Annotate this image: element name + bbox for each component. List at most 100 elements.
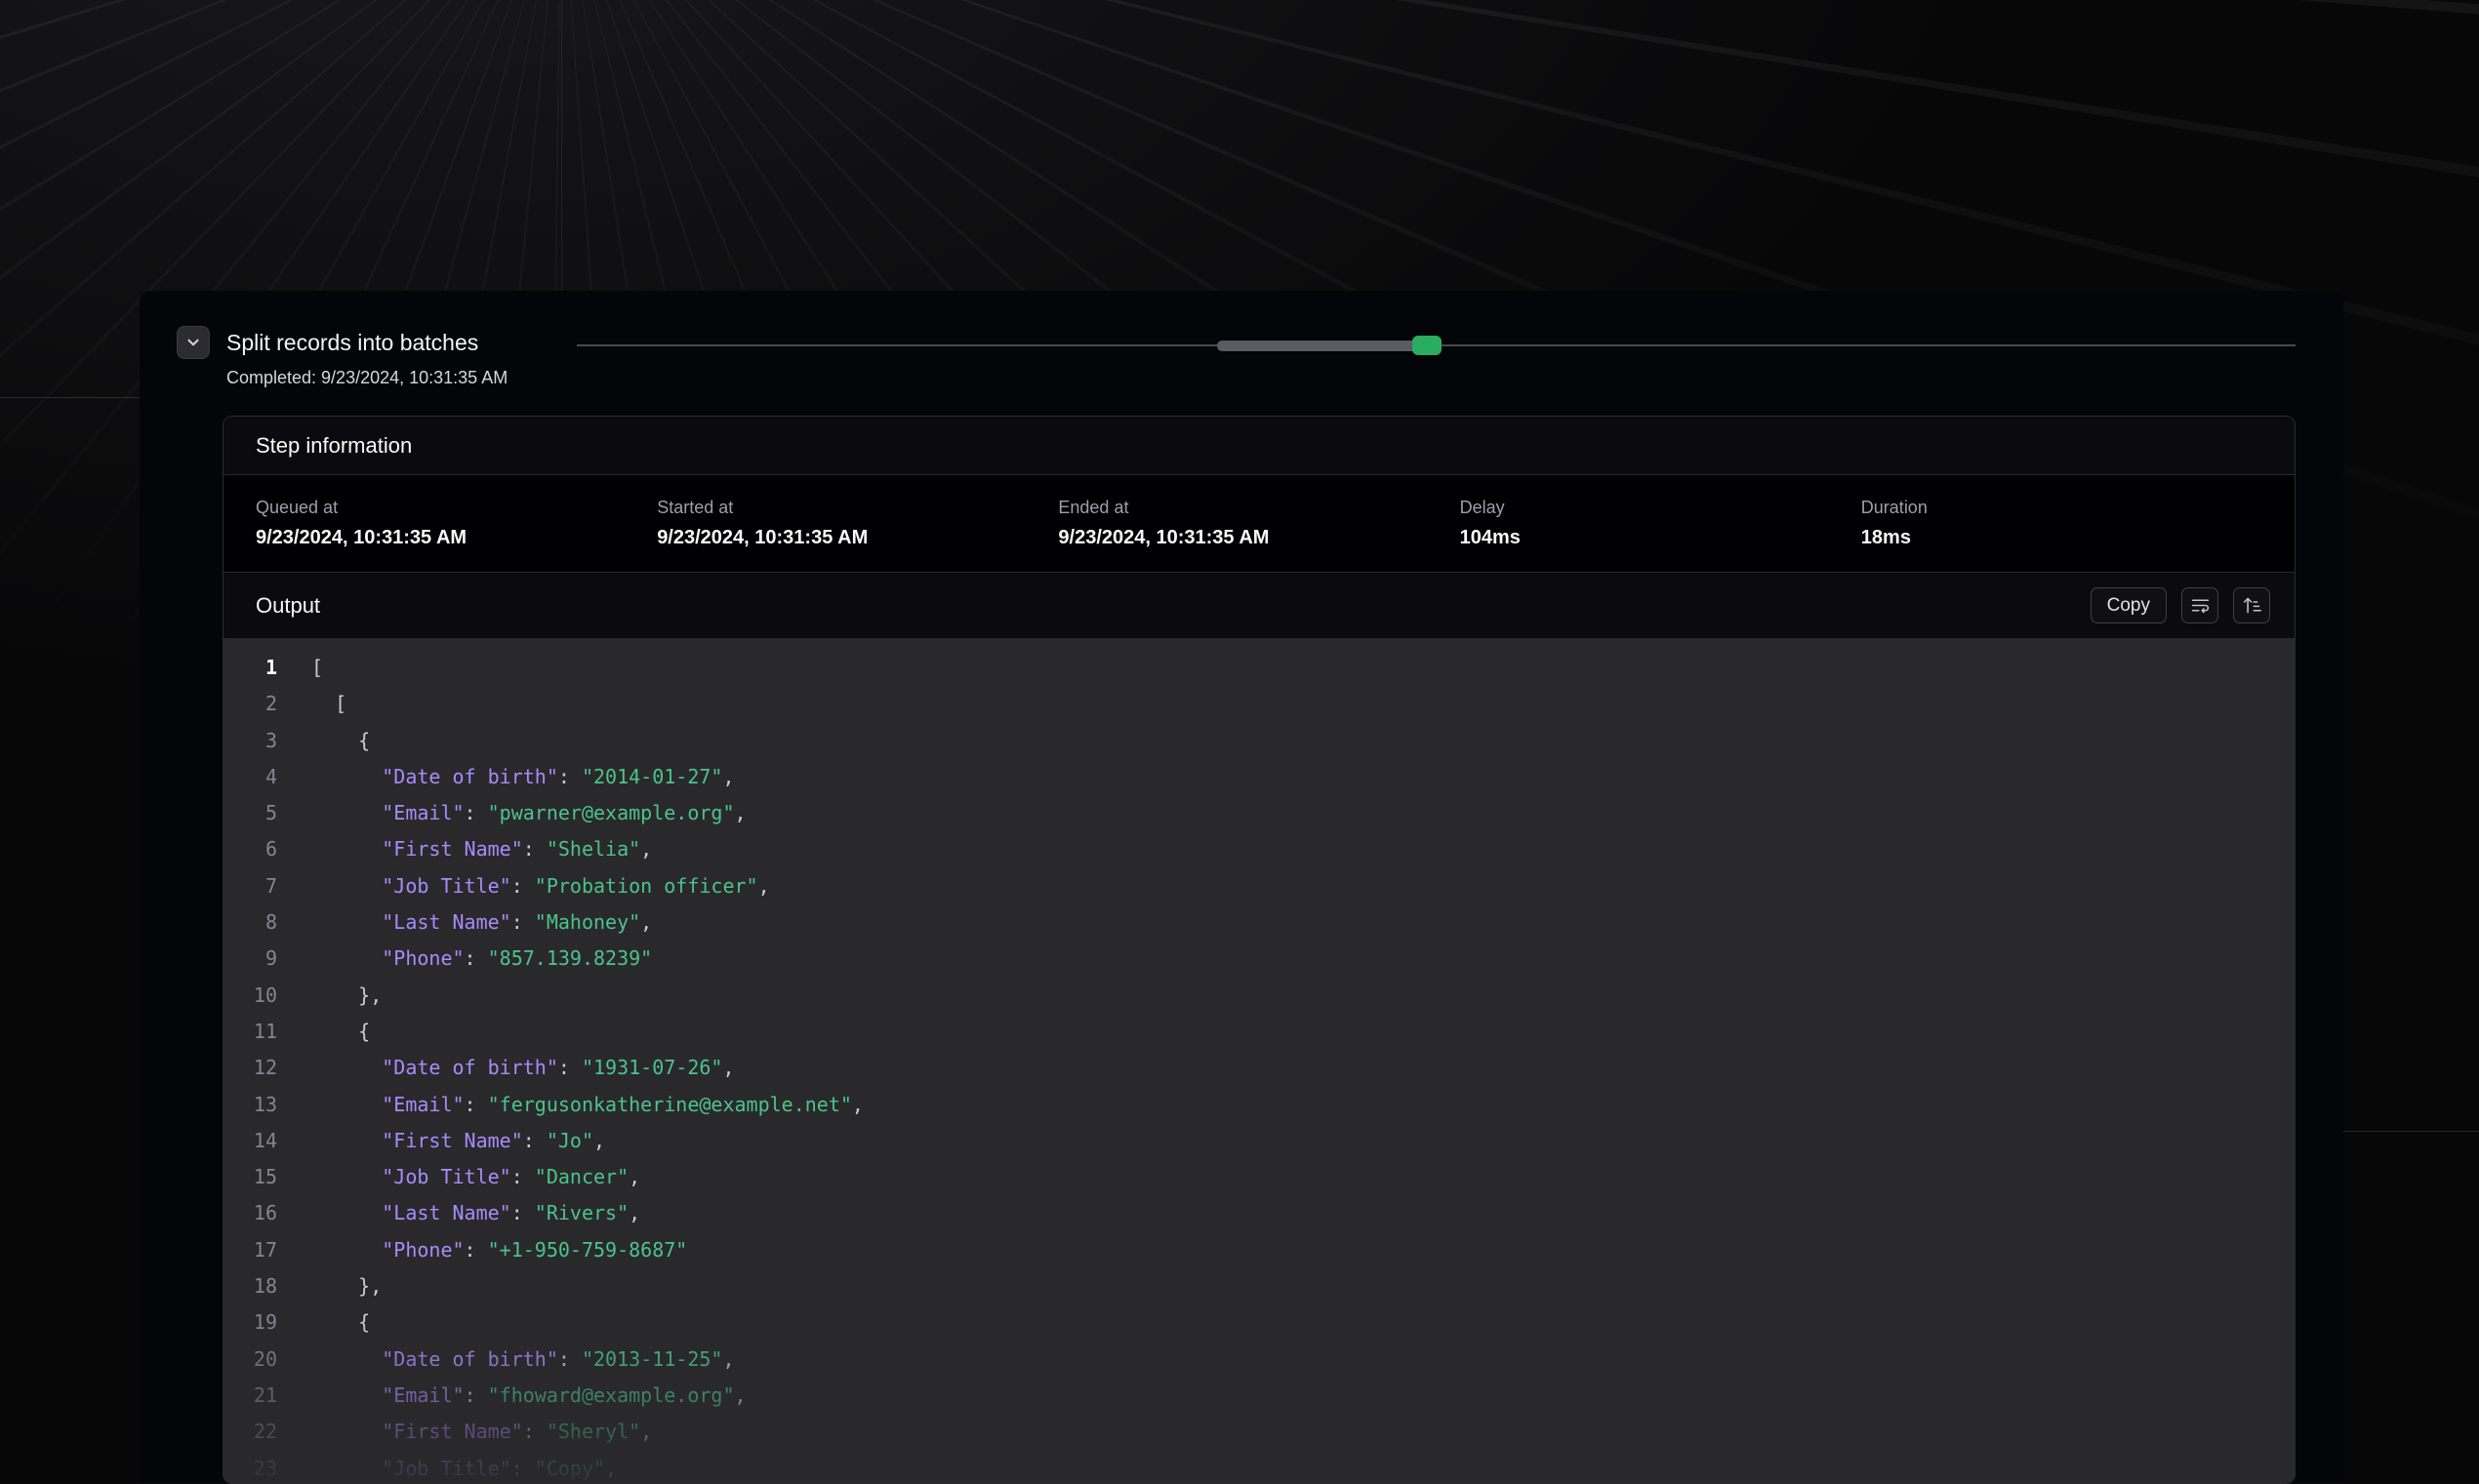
code-line-content: "Email": "fhoward@example.org", bbox=[311, 1378, 747, 1414]
line-number: 10 bbox=[224, 978, 277, 1014]
code-line-content: "Phone": "857.139.8239" bbox=[311, 941, 652, 977]
code-line: 8 "Last Name": "Mahoney", bbox=[224, 904, 2295, 941]
code-line: 20 "Date of birth": "2013-11-25", bbox=[224, 1342, 2295, 1378]
timeline-handle[interactable] bbox=[1412, 336, 1442, 355]
output-actions: Copy bbox=[2091, 587, 2270, 623]
line-number: 3 bbox=[224, 723, 277, 759]
code-line: 6 "First Name": "Shelia", bbox=[224, 831, 2295, 867]
step-information-header: Step information bbox=[224, 417, 2295, 475]
code-line-content: }, bbox=[311, 1268, 382, 1304]
code-line-content: { bbox=[311, 1304, 370, 1341]
background-grid-line-left bbox=[0, 397, 140, 398]
timeline-window-segment[interactable] bbox=[1217, 341, 1417, 351]
code-line-content: "First Name": "Sheryl", bbox=[311, 1414, 652, 1450]
meta-value: 104ms bbox=[1460, 527, 1861, 549]
code-line-content: [ bbox=[311, 686, 346, 722]
meta-value: 9/23/2024, 10:31:35 AM bbox=[256, 527, 657, 549]
code-lines-container: 1[2 [3 {4 "Date of birth": "2014-01-27",… bbox=[224, 639, 2295, 1484]
line-number: 13 bbox=[224, 1087, 277, 1123]
code-line: 2 [ bbox=[224, 686, 2295, 722]
code-line: 10 }, bbox=[224, 978, 2295, 1014]
code-line-content: [ bbox=[311, 650, 323, 686]
code-line: 13 "Email": "fergusonkatherine@example.n… bbox=[224, 1087, 2295, 1123]
code-line-content: { bbox=[311, 1014, 370, 1050]
line-number: 9 bbox=[224, 941, 277, 977]
sort-ascending-button[interactable] bbox=[2233, 587, 2270, 623]
line-number: 20 bbox=[224, 1342, 277, 1378]
meta-field-duration: Duration 18ms bbox=[1861, 498, 2262, 549]
code-line-content: "Last Name": "Rivers", bbox=[311, 1195, 640, 1231]
line-number: 6 bbox=[224, 831, 277, 867]
line-number: 18 bbox=[224, 1268, 277, 1304]
output-title: Output bbox=[256, 593, 320, 619]
line-number: 21 bbox=[224, 1378, 277, 1414]
code-line: 14 "First Name": "Jo", bbox=[224, 1123, 2295, 1159]
copy-output-button[interactable]: Copy bbox=[2091, 587, 2167, 623]
code-line-content: "Phone": "+1-950-759-8687" bbox=[311, 1232, 687, 1268]
step-title: Split records into batches bbox=[226, 330, 478, 356]
code-line-content: "Date of birth": "1931-07-26", bbox=[311, 1050, 735, 1086]
meta-field-delay: Delay 104ms bbox=[1460, 498, 1861, 549]
line-number: 7 bbox=[224, 868, 277, 904]
wrap-text-icon bbox=[2190, 595, 2211, 616]
code-line-content: "First Name": "Shelia", bbox=[311, 831, 652, 867]
line-number: 22 bbox=[224, 1414, 277, 1450]
code-line: 3 { bbox=[224, 723, 2295, 759]
code-line: 23 "Job Title": "Copy", bbox=[224, 1451, 2295, 1484]
line-number: 17 bbox=[224, 1232, 277, 1268]
line-number: 4 bbox=[224, 759, 277, 795]
code-line-content: "Email": "fergusonkatherine@example.net"… bbox=[311, 1087, 864, 1123]
wrap-text-button[interactable] bbox=[2181, 587, 2218, 623]
code-line: 15 "Job Title": "Dancer", bbox=[224, 1159, 2295, 1195]
code-line: 22 "First Name": "Sheryl", bbox=[224, 1414, 2295, 1450]
line-number: 14 bbox=[224, 1123, 277, 1159]
code-line-content: "Last Name": "Mahoney", bbox=[311, 904, 652, 941]
code-line-content: "Date of birth": "2014-01-27", bbox=[311, 759, 735, 795]
code-line-content: "Job Title": "Copy", bbox=[311, 1451, 617, 1484]
meta-label: Ended at bbox=[1058, 498, 1459, 518]
line-number: 16 bbox=[224, 1195, 277, 1231]
code-line: 16 "Last Name": "Rivers", bbox=[224, 1195, 2295, 1231]
code-line-content: "Job Title": "Dancer", bbox=[311, 1159, 640, 1195]
meta-field-started-at: Started at 9/23/2024, 10:31:35 AM bbox=[657, 498, 1058, 549]
code-line: 19 { bbox=[224, 1304, 2295, 1341]
step-information-card: Step information Queued at 9/23/2024, 10… bbox=[223, 416, 2296, 1484]
code-line: 17 "Phone": "+1-950-759-8687" bbox=[224, 1232, 2295, 1268]
line-number: 1 bbox=[224, 650, 277, 686]
code-line: 4 "Date of birth": "2014-01-27", bbox=[224, 759, 2295, 795]
line-number: 11 bbox=[224, 1014, 277, 1050]
step-detail-panel: Split records into batches Completed: 9/… bbox=[140, 291, 2343, 1483]
chevron-down-icon bbox=[184, 334, 202, 351]
line-number: 5 bbox=[224, 795, 277, 831]
desktop-background: Split records into batches Completed: 9/… bbox=[0, 0, 2479, 1483]
code-line: 12 "Date of birth": "1931-07-26", bbox=[224, 1050, 2295, 1086]
meta-field-ended-at: Ended at 9/23/2024, 10:31:35 AM bbox=[1058, 498, 1459, 549]
step-information-title: Step information bbox=[256, 433, 412, 459]
background-grid-line-right bbox=[2343, 1131, 2479, 1132]
meta-field-queued-at: Queued at 9/23/2024, 10:31:35 AM bbox=[256, 498, 657, 549]
meta-label: Delay bbox=[1460, 498, 1861, 518]
code-line: 5 "Email": "pwarner@example.org", bbox=[224, 795, 2295, 831]
timeline-scrubber[interactable] bbox=[577, 326, 2296, 365]
code-line: 7 "Job Title": "Probation officer", bbox=[224, 868, 2295, 904]
output-section-header: Output Copy bbox=[224, 573, 2295, 639]
line-number: 15 bbox=[224, 1159, 277, 1195]
meta-label: Duration bbox=[1861, 498, 2262, 518]
code-line-content: "Email": "pwarner@example.org", bbox=[311, 795, 747, 831]
line-number: 2 bbox=[224, 686, 277, 722]
background-seam-line bbox=[561, 0, 562, 293]
meta-value: 18ms bbox=[1861, 527, 2262, 549]
output-code-viewer[interactable]: 1[2 [3 {4 "Date of birth": "2014-01-27",… bbox=[224, 639, 2295, 1484]
code-line: 9 "Phone": "857.139.8239" bbox=[224, 941, 2295, 977]
step-metadata-row: Queued at 9/23/2024, 10:31:35 AM Started… bbox=[224, 475, 2295, 573]
code-line-content: "Job Title": "Probation officer", bbox=[311, 868, 770, 904]
meta-label: Queued at bbox=[256, 498, 657, 518]
code-line: 1[ bbox=[224, 650, 2295, 686]
collapse-step-button[interactable] bbox=[177, 326, 210, 359]
meta-value: 9/23/2024, 10:31:35 AM bbox=[1058, 527, 1459, 549]
code-line: 18 }, bbox=[224, 1268, 2295, 1304]
line-number: 23 bbox=[224, 1451, 277, 1484]
code-line: 11 { bbox=[224, 1014, 2295, 1050]
step-status-text: Completed: 9/23/2024, 10:31:35 AM bbox=[226, 368, 508, 388]
code-line-content: }, bbox=[311, 978, 382, 1014]
